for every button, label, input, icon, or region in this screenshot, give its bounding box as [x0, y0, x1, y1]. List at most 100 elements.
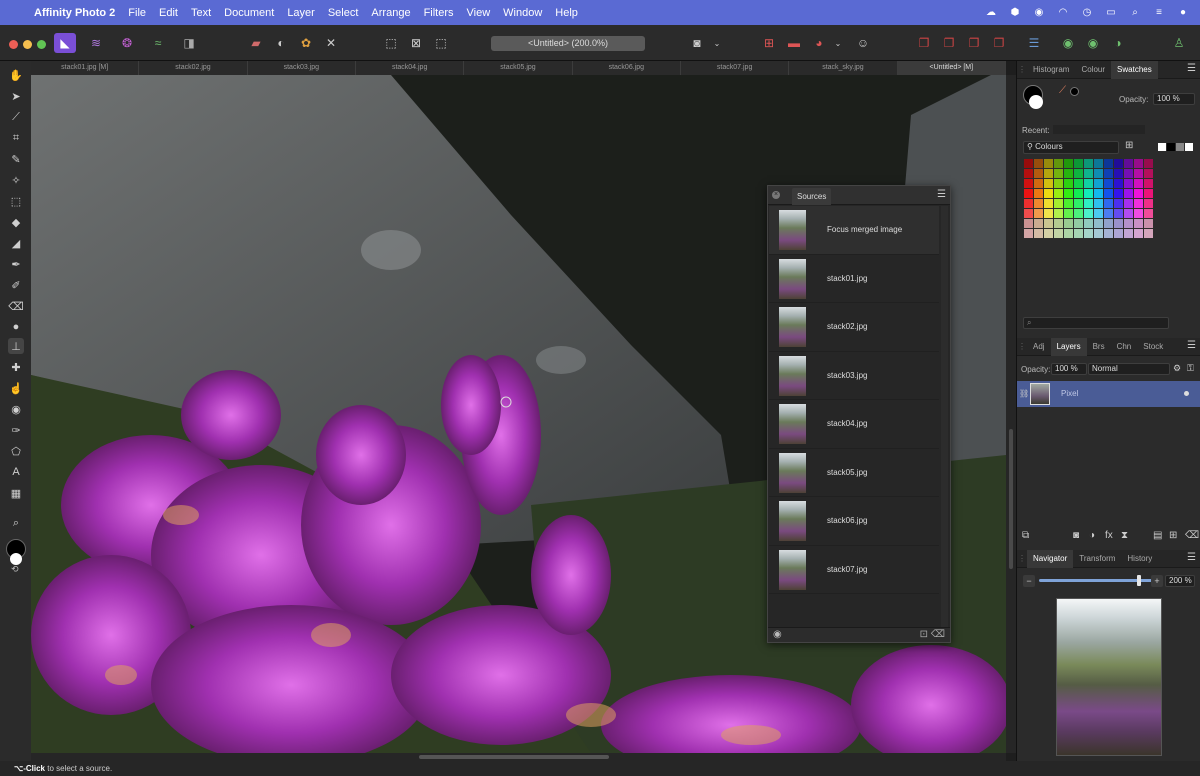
swatch[interactable]	[1104, 219, 1113, 228]
swatch[interactable]	[1144, 219, 1153, 228]
swatch[interactable]	[1124, 159, 1133, 168]
tab-histogram[interactable]: Histogram	[1027, 61, 1075, 79]
zoom-out-button[interactable]: −	[1023, 575, 1035, 587]
menu-window[interactable]: Window	[503, 7, 542, 19]
clone-brush-tool-icon[interactable]: ⊥	[8, 338, 24, 354]
source-item[interactable]: stack01.jpg	[769, 255, 939, 303]
pen-tool-icon[interactable]: ✑	[8, 422, 24, 438]
swatch[interactable]	[1104, 199, 1113, 208]
swatch[interactable]	[1134, 199, 1143, 208]
tab-navigator[interactable]: Navigator	[1027, 549, 1074, 568]
hud-icon[interactable]: ☺	[852, 33, 874, 53]
flood-fill-tool-icon[interactable]: ◆	[8, 214, 24, 230]
tab-document[interactable]: stack01.jpg [M]	[31, 61, 140, 75]
swatch[interactable]	[1074, 159, 1083, 168]
swatch[interactable]	[1064, 229, 1073, 238]
add-pixel-layer-icon[interactable]: ⊞	[1169, 530, 1177, 541]
zoom-in-button[interactable]: +	[1151, 575, 1163, 587]
swatch[interactable]	[1034, 199, 1043, 208]
swatch[interactable]	[1044, 199, 1053, 208]
cloud-icon[interactable]: ☁	[984, 7, 998, 19]
swatch[interactable]	[1064, 189, 1073, 198]
paint-brush-tool-icon[interactable]: ✒	[8, 256, 24, 272]
source-item[interactable]: stack07.jpg	[769, 546, 939, 594]
swatch[interactable]	[1114, 169, 1123, 178]
swatch[interactable]	[1034, 159, 1043, 168]
swatch[interactable]	[1024, 179, 1033, 188]
swatch[interactable]	[1134, 159, 1143, 168]
gradient-tool-icon[interactable]: ◢	[8, 235, 24, 251]
swatch[interactable]	[1054, 199, 1063, 208]
swatch-grey[interactable]	[1176, 143, 1184, 151]
menu-filters[interactable]: Filters	[424, 7, 454, 19]
liquify-persona-icon[interactable]: ≋	[85, 33, 107, 53]
swatch[interactable]	[1144, 159, 1153, 168]
swatch-search-field[interactable]: ⌕	[1023, 317, 1169, 329]
swatch[interactable]	[1094, 219, 1103, 228]
swatch[interactable]	[1124, 219, 1133, 228]
trash-icon[interactable]: ⌫	[1185, 530, 1199, 541]
swatch[interactable]	[1134, 189, 1143, 198]
tab-adjustments[interactable]: Adj	[1027, 338, 1051, 356]
swatch[interactable]	[1074, 209, 1083, 218]
arrange-forward-icon[interactable]: ❐	[963, 33, 985, 53]
swatch[interactable]	[1044, 179, 1053, 188]
palette-select[interactable]: ⚲ Colours	[1023, 141, 1119, 154]
erase-brush-tool-icon[interactable]: ⌫	[8, 298, 24, 314]
arrange-front-icon[interactable]: ❐	[988, 33, 1010, 53]
swatch[interactable]	[1094, 229, 1103, 238]
menu-app[interactable]: Affinity Photo 2	[34, 7, 115, 19]
paint-mixer-tool-icon[interactable]: ✐	[8, 277, 24, 293]
trash-icon[interactable]: ⌫	[931, 629, 945, 640]
tab-document[interactable]: stack04.jpg	[356, 61, 465, 75]
tab-document[interactable]: stack05.jpg	[464, 61, 573, 75]
swatch[interactable]	[1074, 199, 1083, 208]
document-title[interactable]: <Untitled> (200.0%)	[491, 36, 645, 51]
swatch-white[interactable]	[1185, 143, 1193, 151]
swatch[interactable]	[1144, 229, 1153, 238]
swatch[interactable]	[1134, 219, 1143, 228]
source-item[interactable]: Focus merged image	[769, 206, 939, 255]
tab-document[interactable]: stack_sky.jpg	[789, 61, 898, 75]
panel-menu-icon[interactable]: ☰	[1187, 340, 1196, 351]
swatch[interactable]	[1084, 219, 1093, 228]
swatch[interactable]	[1074, 229, 1083, 238]
opacity-field[interactable]: 100 %	[1153, 93, 1195, 105]
swatch[interactable]	[1054, 159, 1063, 168]
source-item[interactable]: stack06.jpg	[769, 497, 939, 546]
swatch[interactable]	[1114, 199, 1123, 208]
swatch[interactable]	[1144, 199, 1153, 208]
swatch[interactable]	[1134, 179, 1143, 188]
view-tool-icon[interactable]: ✋	[8, 67, 24, 83]
swatch[interactable]	[1104, 209, 1113, 218]
swatch[interactable]	[1124, 179, 1133, 188]
menu-edit[interactable]: Edit	[159, 7, 178, 19]
menu-file[interactable]: File	[128, 7, 146, 19]
clock-icon[interactable]: ◷	[1080, 7, 1094, 19]
red-eye-tool-icon[interactable]: ◉	[8, 401, 24, 417]
swatch[interactable]	[1044, 169, 1053, 178]
swatch[interactable]	[1024, 159, 1033, 168]
crop-tool-icon[interactable]: ⌗	[8, 130, 24, 146]
swatch[interactable]	[1034, 219, 1043, 228]
swatch[interactable]	[1054, 189, 1063, 198]
swatch[interactable]	[1024, 199, 1033, 208]
panel-menu-icon[interactable]: ☰	[1187, 63, 1196, 74]
swatch[interactable]	[1144, 209, 1153, 218]
tab-document[interactable]: stack06.jpg	[573, 61, 681, 75]
minimize-window-button[interactable]	[23, 40, 32, 49]
swatch[interactable]	[1044, 189, 1053, 198]
grip-icon[interactable]: ⋮	[1017, 554, 1027, 563]
swatch[interactable]	[1094, 159, 1103, 168]
vertical-scrollbar[interactable]	[1006, 75, 1016, 753]
swatch[interactable]	[1074, 219, 1083, 228]
develop-persona-icon[interactable]: ❂	[116, 33, 138, 53]
zoom-tool-icon[interactable]: ⌕	[8, 515, 24, 531]
layer-row[interactable]: ⛓ Pixel	[1017, 381, 1200, 407]
swatch[interactable]	[1134, 209, 1143, 218]
menu-text[interactable]: Text	[191, 7, 211, 19]
grip-icon[interactable]: ⋮	[1017, 65, 1027, 74]
group-folder-icon[interactable]: ▤	[1153, 530, 1162, 541]
swatch[interactable]	[1074, 169, 1083, 178]
smudge-tool-icon[interactable]: ☝	[8, 380, 24, 396]
